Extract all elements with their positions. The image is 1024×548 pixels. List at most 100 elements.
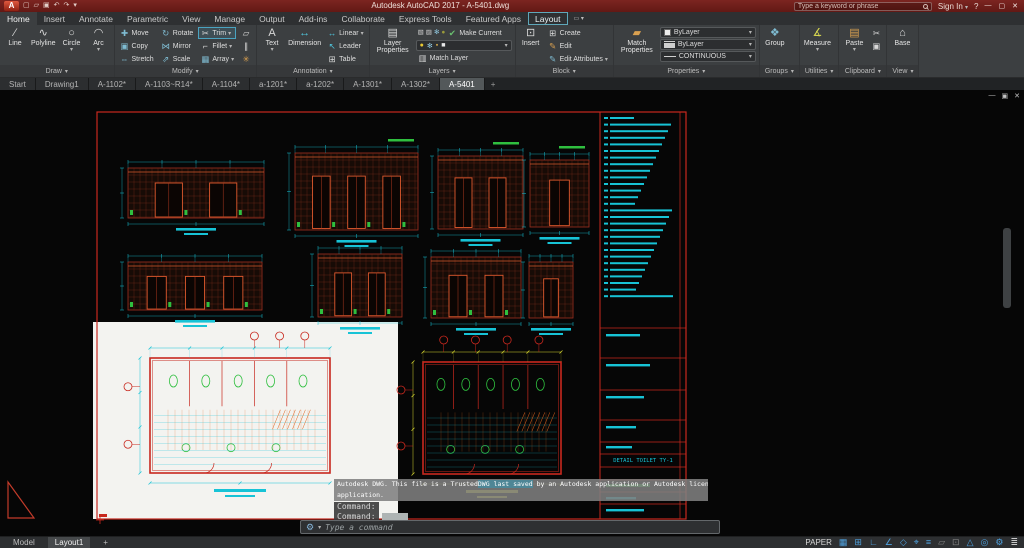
menu-tab-layout[interactable]: Layout xyxy=(528,12,568,25)
panel-title-properties[interactable]: Properties▾ xyxy=(614,65,759,77)
command-line[interactable]: ⚙ ▾ Type a command xyxy=(300,520,720,534)
ribbon-button-cut-icon[interactable]: ✂ xyxy=(869,27,883,39)
isodraft-icon[interactable]: ◇ xyxy=(900,538,907,547)
transparency-icon[interactable]: ▱ xyxy=(938,538,945,547)
ribbon-button-layer-properties[interactable]: ▤Layer Properties xyxy=(373,27,413,55)
panel-title-modify[interactable]: Modify▾ xyxy=(115,65,257,77)
ribbon-button-fillet[interactable]: ⌐Fillet▾ xyxy=(198,40,236,52)
elevation-view[interactable] xyxy=(430,142,523,246)
vertical-scrollbar[interactable] xyxy=(1003,228,1011,308)
doc-tab-a-1201[interactable]: a-1201* xyxy=(250,78,297,90)
menu-tab-collaborate[interactable]: Collaborate xyxy=(334,12,391,25)
qat-dropdown-icon[interactable]: ▾ xyxy=(73,0,77,12)
signin-button[interactable]: Sign In ▾ xyxy=(938,2,968,11)
doc-tab-a-1301[interactable]: A-1301* xyxy=(344,78,392,90)
ribbon-button-array[interactable]: ▦Array▾ xyxy=(198,53,236,65)
open-icon[interactable]: ▱ xyxy=(34,0,39,12)
ribbon-dropdown-linetype[interactable]: CONTINUOUS▾ xyxy=(660,51,756,62)
grid-icon[interactable]: ▦ xyxy=(839,538,848,547)
snap-icon[interactable]: ⊞ xyxy=(854,538,862,547)
new-drawing-tab-button[interactable]: + xyxy=(485,78,502,90)
menu-tab-parametric[interactable]: Parametric xyxy=(120,12,175,25)
minimize-icon[interactable]: — xyxy=(985,2,992,10)
ribbon-button-create[interactable]: ⊞Create xyxy=(546,27,610,39)
ribbon-button-insert[interactable]: ⊡Insert xyxy=(519,27,543,47)
viewport-minimize-icon[interactable]: — xyxy=(989,92,996,100)
ribbon-button-move[interactable]: ✚Move xyxy=(118,27,156,39)
ribbon-button-stretch[interactable]: ⇔Stretch xyxy=(118,53,156,65)
ribbon-button-measure[interactable]: ∡Measure▾ xyxy=(803,27,832,54)
help-button[interactable]: ? xyxy=(974,2,978,11)
elevation-view[interactable] xyxy=(522,146,589,244)
ribbon-button-base[interactable]: ⌂Base xyxy=(890,27,914,47)
ribbon-button-match-layer[interactable]: ▥Match Layer xyxy=(416,52,512,64)
ribbon-button-circle[interactable]: ○Circle▾ xyxy=(60,27,84,54)
ribbon-button-mirror[interactable]: ⋈Mirror xyxy=(159,40,196,52)
menu-tab-add-ins[interactable]: Add-ins xyxy=(292,12,335,25)
ortho-icon[interactable]: ∟ xyxy=(869,538,878,547)
panel-title-draw[interactable]: Draw▾ xyxy=(0,65,114,77)
annotation-scale-icon[interactable]: △ xyxy=(967,538,974,547)
redo-icon[interactable]: ↷ xyxy=(64,0,70,12)
new-icon[interactable]: ▢ xyxy=(23,0,30,12)
menu-tab-annotate[interactable]: Annotate xyxy=(72,12,120,25)
ribbon-button-text[interactable]: AText▾ xyxy=(260,27,284,54)
ribbon-button-linear[interactable]: ↔Linear▾ xyxy=(325,27,365,39)
ribbon-button-paste[interactable]: ▤Paste▾ xyxy=(842,27,866,54)
paper-space-toggle[interactable]: PAPER xyxy=(805,538,832,547)
viewport-restore-icon[interactable]: ▣ xyxy=(1002,92,1009,100)
ribbon-display-toggle-icon[interactable]: ▭ ▾ xyxy=(568,12,590,25)
osnap-icon[interactable]: ⌖ xyxy=(914,538,919,547)
cad-viewport[interactable]: DETAIL TOILET TY-1 xyxy=(0,90,1024,536)
ribbon-button-polyline[interactable]: ∿Polyline xyxy=(30,27,57,47)
undo-icon[interactable]: ↶ xyxy=(54,0,60,12)
workspace-icon[interactable]: ⚙ xyxy=(995,538,1003,547)
ribbon-button-rotate[interactable]: ↻Rotate xyxy=(159,27,196,39)
ribbon-button-match-properties[interactable]: ▰Match Properties xyxy=(617,27,657,55)
layout1-tab[interactable]: Layout1 xyxy=(48,537,90,548)
panel-title-groups[interactable]: Groups▾ xyxy=(760,65,799,77)
ribbon-button-line[interactable]: ∕Line xyxy=(3,27,27,47)
ribbon-button-edit[interactable]: ✎Edit xyxy=(546,40,610,52)
panel-title-layers[interactable]: Layers▾ xyxy=(370,65,515,77)
ribbon-dropdown-color[interactable]: ByLayer▾ xyxy=(660,27,756,38)
doc-tab-a-1102[interactable]: A-1102* xyxy=(89,78,136,90)
doc-tab-drawing1[interactable]: Drawing1 xyxy=(36,78,89,90)
command-input[interactable]: Type a command xyxy=(325,523,392,532)
add-layout-button[interactable]: + xyxy=(96,537,115,548)
polar-icon[interactable]: ∠ xyxy=(885,538,893,547)
elevation-view[interactable] xyxy=(423,249,521,335)
ribbon-button-edit-attributes[interactable]: ✎Edit Attributes▾ xyxy=(546,53,610,65)
menu-tab-featured-apps[interactable]: Featured Apps xyxy=(459,12,528,25)
doc-tab-start[interactable]: Start xyxy=(0,78,36,90)
panel-title-annotation[interactable]: Annotation▾ xyxy=(257,65,369,77)
drawing-area[interactable]: DETAIL TOILET TY-1 —▣✕ Autodesk DWG. Thi… xyxy=(0,90,1024,536)
menu-tab-manage[interactable]: Manage xyxy=(207,12,252,25)
panel-title-block[interactable]: Block▾ xyxy=(516,65,613,77)
customization-icon[interactable]: ≣ xyxy=(1010,538,1018,547)
elevation-view[interactable] xyxy=(120,254,262,327)
ribbon-button-table[interactable]: ⊞Table xyxy=(325,53,365,65)
selection-cycling-icon[interactable]: ⊡ xyxy=(952,538,960,547)
doc-tab-a-1202[interactable]: a-1202* xyxy=(297,78,344,90)
ribbon-button-copy[interactable]: ▣Copy xyxy=(118,40,156,52)
elevation-view[interactable] xyxy=(310,246,402,334)
elevation-view[interactable] xyxy=(521,254,573,335)
menu-tab-insert[interactable]: Insert xyxy=(37,12,72,25)
command-tools-icon[interactable]: ⚙ xyxy=(306,523,314,532)
command-dropdown-icon[interactable]: ▾ xyxy=(318,524,321,531)
panel-title-view[interactable]: View▾ xyxy=(887,65,918,77)
ribbon-button-leader[interactable]: ↖Leader xyxy=(325,40,365,52)
lineweight-icon[interactable]: ≡ xyxy=(926,538,931,547)
doc-tab-a-1104[interactable]: A-1104* xyxy=(203,78,250,90)
doc-tab-a-1103-r14[interactable]: A-1103~R14* xyxy=(136,78,203,90)
ribbon-button-scale[interactable]: ⇗Scale xyxy=(159,53,196,65)
ribbon-button-make-current[interactable]: ▧▨✻●✔Make Current xyxy=(416,27,512,39)
panel-title-utilities[interactable]: Utilities▾ xyxy=(800,65,839,77)
ribbon-button-trim[interactable]: ✂Trim▾ xyxy=(198,27,236,39)
viewport-close-icon[interactable]: ✕ xyxy=(1014,92,1020,100)
ribbon-button-arc[interactable]: ◠Arc▾ xyxy=(87,27,111,54)
model-tab[interactable]: Model xyxy=(6,537,42,548)
panel-title-clipboard[interactable]: Clipboard▾ xyxy=(839,65,886,77)
ribbon-button-dimension[interactable]: ↔Dimension xyxy=(287,27,322,47)
